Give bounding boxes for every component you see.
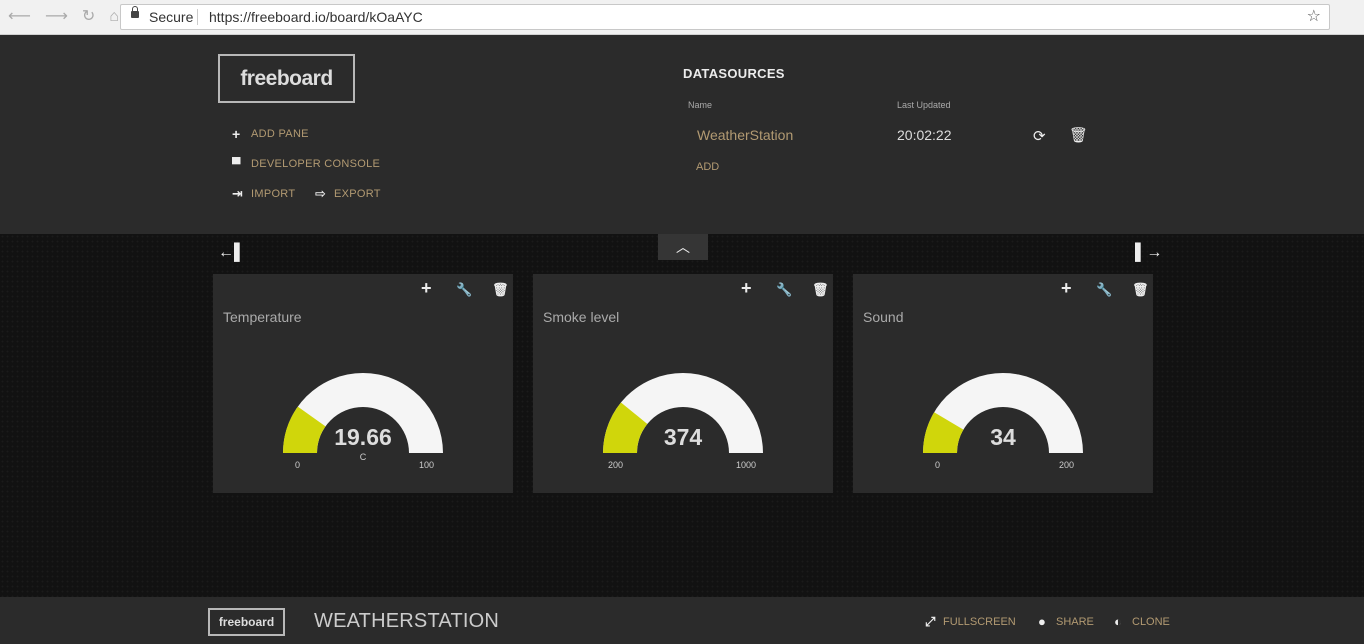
add-column-icon[interactable]: ▌→ bbox=[1135, 244, 1162, 262]
gauge-max-label: 1000 bbox=[736, 460, 757, 470]
datasource-name[interactable]: WeatherStation bbox=[697, 127, 793, 143]
url-text[interactable]: https://freeboard.io/board/kOaAYC bbox=[209, 5, 423, 29]
browser-nav-icons[interactable]: ⟵⟶↻⌂ bbox=[8, 6, 133, 26]
plus-icon[interactable]: + bbox=[1061, 278, 1072, 299]
browser-toolbar: ⟵⟶↻⌂ Secure https://freeboard.io/board/k… bbox=[0, 0, 1364, 35]
gauge-value: 19.66 bbox=[334, 424, 392, 450]
plus-icon: + bbox=[232, 126, 241, 142]
remove-column-icon[interactable]: ←▌ bbox=[218, 244, 245, 262]
gauge-widget: 374 200 1000 bbox=[603, 372, 763, 472]
add-datasource-button[interactable]: ADD bbox=[696, 161, 719, 173]
widget-pane: + 🔧 🗑 Smoke level 374 200 1000 bbox=[533, 274, 833, 493]
freeboard-logo: freeboard bbox=[218, 54, 355, 103]
gauge-max-label: 100 bbox=[419, 460, 435, 470]
wrench-icon[interactable]: 🔧 bbox=[1096, 282, 1112, 298]
widget-pane: + 🔧 🗑 Temperature 19.66 C 0 100 bbox=[213, 274, 513, 493]
datasource-updated-header: Last Updated bbox=[897, 100, 951, 110]
lock-icon bbox=[131, 6, 139, 18]
gauge-min-label: 0 bbox=[935, 460, 941, 470]
board-area: ︿ ←▌ ▌→ + 🔧 🗑 Temperature 19.66 C 0 100 + 🔧 🗑 Smoke… bbox=[0, 234, 1364, 597]
pane-title: Temperature bbox=[223, 309, 302, 325]
datasource-name-header: Name bbox=[688, 100, 713, 110]
gauge-widget: 34 0 200 bbox=[923, 372, 1083, 472]
footer-freeboard-logo[interactable]: freeboard bbox=[208, 608, 285, 636]
export-icon: ⇨ bbox=[315, 186, 327, 201]
board-title: WEATHERSTATION bbox=[314, 610, 500, 632]
footer-bar: freeboard WEATHERSTATION ⤢ FULLSCREEN ● … bbox=[0, 597, 1364, 644]
contrast-icon: ◐ bbox=[1114, 614, 1122, 629]
trash-icon[interactable]: 🗑 bbox=[1069, 126, 1088, 144]
refresh-icon[interactable]: ⟳ bbox=[1033, 127, 1046, 145]
monitor-icon: ▀ bbox=[232, 157, 241, 171]
gauge-min-label: 0 bbox=[295, 460, 301, 470]
gauge-widget: 19.66 C 0 100 bbox=[283, 372, 443, 472]
gauge-min-label: 200 bbox=[608, 460, 624, 470]
datasource-last-updated: 20:02:22 bbox=[897, 127, 952, 143]
pane-title: Sound bbox=[863, 309, 904, 325]
secure-label: Secure bbox=[149, 9, 194, 25]
gauge-max-label: 200 bbox=[1059, 460, 1075, 470]
clone-label: CLONE bbox=[1132, 616, 1170, 628]
plus-icon[interactable]: + bbox=[421, 278, 432, 299]
bookmark-star-icon[interactable]: ☆ bbox=[1307, 5, 1321, 29]
trash-icon[interactable]: 🗑 bbox=[812, 282, 829, 298]
plus-icon[interactable]: + bbox=[741, 278, 752, 299]
import-label: IMPORT bbox=[251, 188, 296, 200]
wrench-icon[interactable]: 🔧 bbox=[776, 282, 792, 298]
url-separator bbox=[197, 9, 198, 25]
gauge-value: 374 bbox=[663, 424, 703, 450]
pane-title: Smoke level bbox=[543, 309, 620, 325]
user-icon: ● bbox=[1038, 614, 1046, 629]
share-label: SHARE bbox=[1056, 616, 1094, 628]
wrench-icon[interactable]: 🔧 bbox=[456, 282, 472, 298]
trash-icon[interactable]: 🗑 bbox=[1132, 282, 1149, 298]
fullscreen-label: FULLSCREEN bbox=[943, 616, 1016, 628]
add-pane-label: ADD PANE bbox=[251, 128, 309, 140]
datasources-heading: DATASOURCES bbox=[683, 66, 785, 81]
export-label: EXPORT bbox=[334, 188, 381, 200]
gauge-value: 34 bbox=[990, 424, 1016, 450]
trash-icon[interactable]: 🗑 bbox=[492, 282, 509, 298]
widget-pane: + 🔧 🗑 Sound 34 0 200 bbox=[853, 274, 1153, 493]
address-bar[interactable]: Secure https://freeboard.io/board/kOaAYC… bbox=[120, 4, 1330, 30]
developer-console-label: DEVELOPER CONSOLE bbox=[251, 158, 381, 170]
import-icon: ⇥ bbox=[232, 186, 244, 201]
admin-bar: freeboard + ADD PANE ▀ DEVELOPER CONSOLE… bbox=[0, 35, 1364, 234]
expand-icon: ⤢ bbox=[925, 614, 936, 629]
chevron-up-icon: ︿ bbox=[676, 239, 690, 255]
collapse-header-button[interactable]: ︿ bbox=[658, 234, 708, 260]
